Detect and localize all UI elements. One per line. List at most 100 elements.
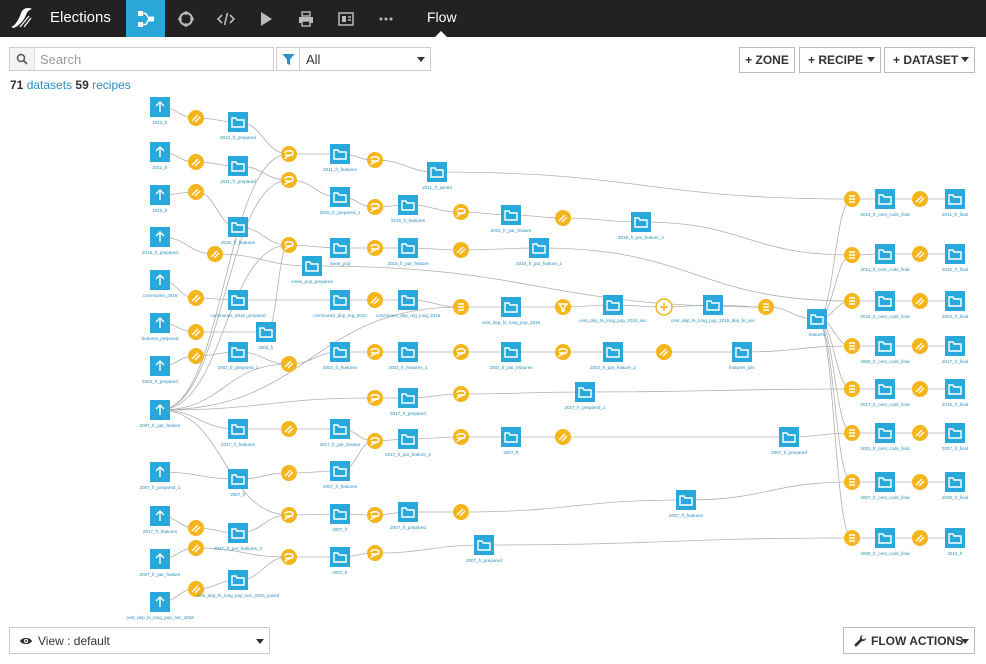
recipe-node[interactable]: [912, 425, 928, 441]
recipe-node[interactable]: [453, 299, 469, 315]
input-dataset-node[interactable]: features_prepared: [142, 313, 179, 341]
recipe-node[interactable]: [844, 381, 860, 397]
dataset-node[interactable]: 2011_fr_joined: [422, 162, 452, 190]
dataset-node[interactable]: cent_dep_fe_long_pop_sec_2016_joined: [197, 570, 280, 598]
recipe-node[interactable]: [912, 474, 928, 490]
recipe-node[interactable]: [367, 152, 383, 168]
recipe-node[interactable]: [453, 429, 469, 445]
dataset-node[interactable]: 2017_fr_par_features_2: [214, 523, 263, 551]
dataset-node[interactable]: insee_pop: [330, 238, 351, 266]
dataset-node[interactable]: 2016_fr_features: [221, 217, 256, 245]
dataset-node[interactable]: 2007_fr_prepared: [771, 427, 807, 455]
dataset-node[interactable]: 2005_fr_cent_cods_final: [860, 528, 910, 556]
dataset-node[interactable]: 2012_fr: [945, 528, 965, 556]
recipe-node[interactable]: [844, 338, 860, 354]
recipe-node[interactable]: [912, 191, 928, 207]
dataset-node[interactable]: 2007_fr: [330, 504, 350, 532]
recipe-node[interactable]: [281, 507, 297, 523]
recipe-node[interactable]: [281, 146, 297, 162]
recipe-node[interactable]: [912, 293, 928, 309]
recipe-node[interactable]: [453, 242, 469, 258]
dataset-node[interactable]: 2002_fr_par_feature_2: [590, 342, 636, 370]
input-dataset-node[interactable]: 2007_fr_prepared_1: [140, 462, 181, 490]
dataset-node[interactable]: 2011_fr_features: [323, 144, 358, 172]
dataset-node[interactable]: 2017_fr_prepared_1: [565, 382, 606, 410]
dataset-node[interactable]: 2016_fr_par_feature: [388, 238, 429, 266]
dataset-node[interactable]: 2017_fr_features: [221, 419, 256, 447]
dataset-node[interactable]: 2015_fr_par_feature: [491, 205, 532, 233]
dataset-node[interactable]: 2015_fr_final: [942, 379, 968, 407]
dataset-node[interactable]: 2007_fr_cent_cods_final: [860, 472, 910, 500]
recipe-node[interactable]: [367, 433, 383, 449]
recipe-node[interactable]: [453, 504, 469, 520]
dataset-node[interactable]: 2007_fr_prepared: [466, 535, 502, 563]
dataset-node[interactable]: 2012_fr_cent_cods_final: [860, 189, 910, 217]
recipe-node[interactable]: [555, 299, 571, 315]
dataset-node[interactable]: 2016_fr_final: [942, 244, 968, 272]
dataset-node[interactable]: 2016_fr_par_feature_2: [516, 238, 562, 266]
recipe-node[interactable]: [758, 299, 774, 315]
dataset-node[interactable]: communes_dep_reg_long_2016: [376, 290, 441, 318]
recipe-node[interactable]: [188, 520, 204, 536]
recipe-node[interactable]: [912, 246, 928, 262]
recipe-node[interactable]: [367, 199, 383, 215]
recipe-node[interactable]: [912, 338, 928, 354]
recipe-node[interactable]: [555, 429, 571, 445]
dataset-node[interactable]: 2002_fr_final: [942, 291, 968, 319]
recipe-node[interactable]: [655, 298, 673, 316]
dataset-node[interactable]: 2011_fr_prepared: [220, 156, 256, 184]
recipe-node[interactable]: [453, 386, 469, 402]
dataset-node[interactable]: features: [807, 309, 827, 337]
dataset-node[interactable]: 2011_fr_final: [942, 189, 968, 217]
flow-graph-canvas[interactable]: 2012_fr 2012_fr_prepared 2011_fr 2011_fr_pr…: [0, 0, 986, 664]
recipe-node[interactable]: [555, 344, 571, 360]
recipe-node[interactable]: [367, 507, 383, 523]
dataset-node[interactable]: 2016_fr_cent_cods_final: [860, 291, 910, 319]
dataset-node[interactable]: 2002_fr_par_features: [489, 342, 533, 370]
recipe-node[interactable]: [207, 246, 223, 262]
input-dataset-node[interactable]: 2007_fr_par_feature: [140, 549, 181, 577]
dataset-node[interactable]: 2015_fr_cent_cods_final: [860, 423, 910, 451]
dataset-node[interactable]: 2015_fr_features: [391, 195, 426, 223]
dataset-node[interactable]: 2017_fr_final: [942, 336, 968, 364]
dataset-node[interactable]: 2002_fr: [256, 322, 276, 350]
recipe-node[interactable]: [281, 421, 297, 437]
input-dataset-node[interactable]: 2017_fr_features: [143, 506, 178, 534]
recipe-node[interactable]: [453, 344, 469, 360]
recipe-node[interactable]: [188, 154, 204, 170]
recipe-node[interactable]: [367, 390, 383, 406]
recipe-node[interactable]: [367, 292, 383, 308]
dataset-node[interactable]: 2012_fr_prepared: [220, 112, 256, 140]
input-dataset-node[interactable]: 2007_fr_par_feature: [140, 400, 181, 428]
recipe-node[interactable]: [453, 204, 469, 220]
recipe-node[interactable]: [367, 240, 383, 256]
input-dataset-node[interactable]: cent_dep_fe_long_pop_sec_2016: [126, 592, 194, 620]
dataset-node[interactable]: 2007_fr_features: [669, 490, 704, 518]
dataset-node[interactable]: communes_dep_reg_2016: [313, 290, 367, 318]
recipe-node[interactable]: [844, 293, 860, 309]
dataset-node[interactable]: 2007_fr_features: [323, 461, 358, 489]
dataset-node[interactable]: cent_dep_fe_long_pop_2016_sec: [579, 295, 648, 323]
flow-actions-button[interactable]: FLOW ACTIONS: [843, 627, 975, 654]
recipe-node[interactable]: [281, 549, 297, 565]
recipe-node[interactable]: [281, 237, 297, 253]
recipe-node[interactable]: [367, 545, 383, 561]
recipe-node[interactable]: [844, 247, 860, 263]
recipe-node[interactable]: [281, 356, 297, 372]
input-dataset-node[interactable]: 2016_fr_prepared: [142, 227, 178, 255]
recipe-node[interactable]: [188, 324, 204, 340]
input-dataset-node[interactable]: 2002_fr_prepared: [142, 356, 178, 384]
dataset-node[interactable]: 2017_fr_prepared: [390, 388, 426, 416]
input-dataset-node[interactable]: 2015_fr: [150, 185, 170, 213]
recipe-node[interactable]: [188, 540, 204, 556]
recipe-node[interactable]: [367, 344, 383, 360]
dataset-node[interactable]: insee_pop_prepared: [291, 256, 333, 284]
recipe-node[interactable]: [281, 465, 297, 481]
dataset-node[interactable]: 2011_fr_cent_cods_final: [861, 244, 910, 272]
dataset-node[interactable]: cent_dep_fe_long_pop_2016_dep_fe_sec: [671, 295, 756, 323]
recipe-node[interactable]: [844, 191, 860, 207]
recipe-node[interactable]: [912, 530, 928, 546]
recipe-node[interactable]: [281, 172, 297, 188]
dataset-node[interactable]: 2002_fr_prepared_1: [218, 342, 259, 370]
dataset-node[interactable]: features_join: [729, 342, 755, 370]
